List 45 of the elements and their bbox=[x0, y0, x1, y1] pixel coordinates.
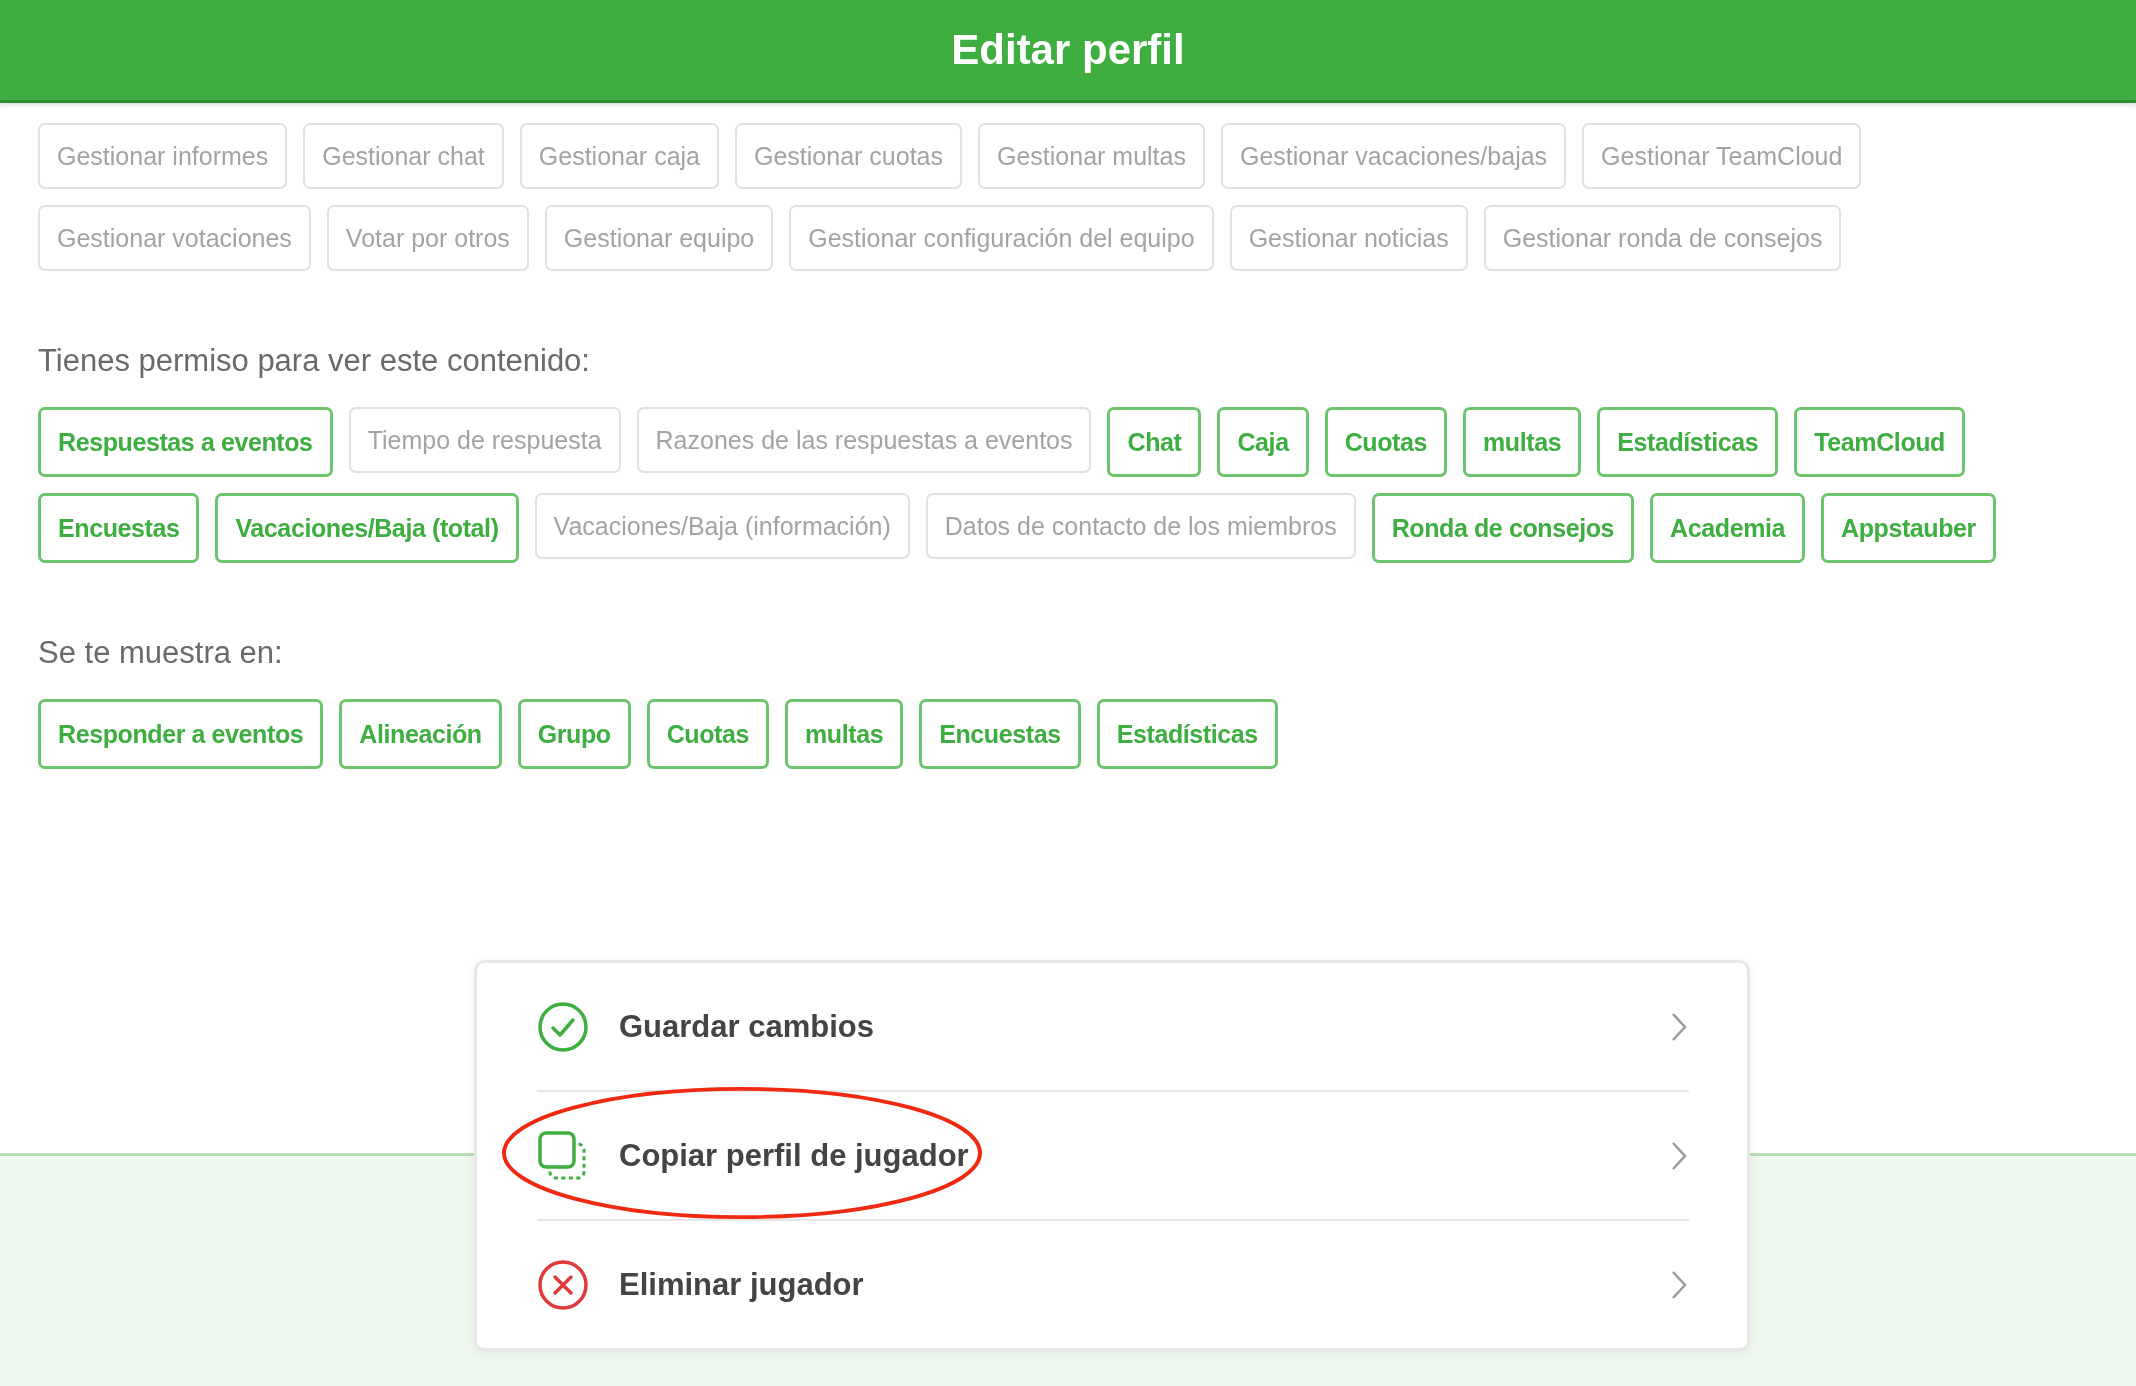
permission-tag[interactable]: Gestionar informes bbox=[38, 123, 288, 189]
permission-tag[interactable]: Gestionar cuotas bbox=[735, 123, 962, 189]
permission-tag[interactable]: Chat bbox=[1107, 407, 1202, 477]
permission-tag[interactable]: Responder a eventos bbox=[38, 699, 324, 769]
permission-tag[interactable]: Cuotas bbox=[1324, 407, 1447, 477]
permission-tag[interactable]: Gestionar TeamCloud bbox=[1582, 123, 1862, 189]
menu-item[interactable]: Eliminar jugador bbox=[537, 1219, 1689, 1348]
permission-tag[interactable]: Vacaciones/Baja (total) bbox=[215, 493, 519, 563]
permission-tag[interactable]: Gestionar multas bbox=[978, 123, 1205, 189]
permission-tag[interactable]: Estadísticas bbox=[1597, 407, 1779, 477]
page-title: Editar perfil bbox=[951, 26, 1185, 74]
permission-tag[interactable]: Academia bbox=[1650, 493, 1805, 563]
permission-tag[interactable]: Cuotas bbox=[646, 699, 770, 769]
permission-tag[interactable]: Vacaciones/Baja (información) bbox=[534, 493, 910, 559]
permission-tag[interactable]: Grupo bbox=[517, 699, 631, 769]
section-title: Se te muestra en: bbox=[38, 635, 284, 671]
permission-tag[interactable]: Tiempo de respuesta bbox=[348, 407, 621, 473]
section-title: Tienes permiso para ver este contenido: bbox=[38, 343, 591, 379]
permission-tag[interactable]: Respuestas a eventos bbox=[38, 407, 333, 477]
permission-tag[interactable]: multas bbox=[785, 699, 904, 769]
permission-tag[interactable]: Gestionar configuración del equipo bbox=[789, 205, 1214, 271]
permission-tag[interactable]: Razones de las respuestas a eventos bbox=[636, 407, 1092, 473]
permission-tag[interactable]: TeamCloud bbox=[1794, 407, 1965, 477]
menu-item[interactable]: Guardar cambios bbox=[537, 963, 1689, 1090]
permission-tag[interactable]: Gestionar ronda de consejos bbox=[1483, 205, 1842, 271]
permission-tag[interactable]: Ronda de consejos bbox=[1371, 493, 1635, 563]
permission-tag[interactable]: Gestionar chat bbox=[303, 123, 504, 189]
permission-tag[interactable]: Gestionar caja bbox=[519, 123, 719, 189]
permission-tag[interactable]: Gestionar vacaciones/bajas bbox=[1220, 123, 1567, 189]
permission-tag[interactable]: Encuestas bbox=[38, 493, 200, 563]
check-circle-icon bbox=[537, 1000, 589, 1053]
permission-tag[interactable]: Estadísticas bbox=[1096, 699, 1278, 769]
permission-tag[interactable]: Caja bbox=[1217, 407, 1309, 477]
menu-item[interactable]: Copiar perfil de jugador bbox=[537, 1090, 1689, 1219]
permission-tag[interactable]: Gestionar equipo bbox=[544, 205, 774, 271]
permission-tag[interactable]: Datos de contacto de los miembros bbox=[925, 493, 1356, 559]
permission-tag[interactable]: Appstauber bbox=[1821, 493, 1996, 563]
permission-tag[interactable]: Gestionar noticias bbox=[1229, 205, 1468, 271]
permission-tag[interactable]: Votar por otros bbox=[326, 205, 529, 271]
permission-tag[interactable]: Gestionar votaciones bbox=[38, 205, 311, 271]
permission-tag[interactable]: multas bbox=[1463, 407, 1582, 477]
copy-icon bbox=[537, 1129, 589, 1182]
permission-tag[interactable]: Alineación bbox=[339, 699, 502, 769]
permission-tag[interactable]: Encuestas bbox=[919, 699, 1081, 769]
close-circle-icon bbox=[537, 1258, 589, 1311]
